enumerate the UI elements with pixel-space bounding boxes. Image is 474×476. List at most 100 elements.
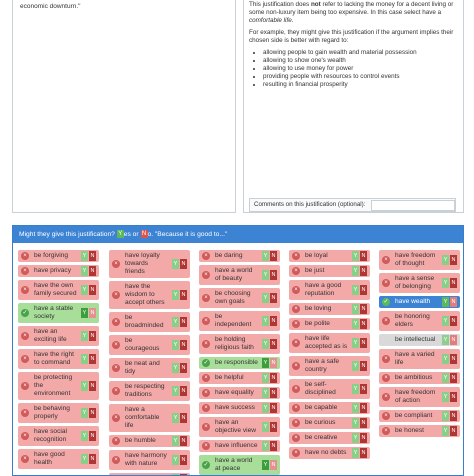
no-button[interactable]: N [270, 441, 277, 451]
value-item[interactable]: × have a safe country Y N [289, 356, 370, 376]
yes-button[interactable]: Y [352, 338, 359, 348]
value-item[interactable]: × be respecting traditions Y N [109, 381, 190, 401]
no-button[interactable]: N [89, 454, 96, 464]
value-item[interactable]: × be capable Y N [289, 402, 370, 414]
no-button[interactable]: N [360, 304, 367, 314]
no-button[interactable]: N [270, 270, 277, 280]
no-button[interactable]: N [360, 319, 367, 329]
yes-button[interactable]: Y [352, 361, 359, 371]
no-button[interactable]: N [360, 433, 367, 443]
no-button[interactable]: N [270, 316, 277, 326]
yes-button[interactable]: Y [352, 403, 359, 413]
no-button[interactable]: N [450, 411, 457, 421]
value-item[interactable]: × have an exciting life Y N [18, 326, 99, 346]
yes-button[interactable]: Y [81, 308, 88, 318]
yes-button[interactable]: Y [262, 422, 269, 432]
yes-button[interactable]: Y [352, 304, 359, 314]
yes-button[interactable]: Y [262, 251, 269, 261]
value-item[interactable]: ✓ have wealth Y N [379, 296, 460, 308]
no-button[interactable]: N [180, 259, 187, 269]
value-item[interactable]: × be loyal Y N [289, 250, 370, 262]
yes-button[interactable]: Y [352, 448, 359, 458]
value-item[interactable]: × have an objective view Y N [199, 417, 280, 437]
value-item[interactable]: × be daring Y N [199, 250, 280, 262]
value-item[interactable]: × be honest Y N [379, 425, 460, 437]
value-item[interactable]: × have a sense of belonging Y N [379, 273, 460, 293]
value-item[interactable]: × be holding religious faith Y N [199, 334, 280, 354]
value-item[interactable]: × be compliant Y N [379, 410, 460, 422]
comments-input[interactable] [371, 200, 455, 211]
yes-button[interactable]: Y [81, 331, 88, 341]
value-item[interactable]: × have harmony with nature Y N [109, 450, 190, 470]
yes-button[interactable]: Y [352, 266, 359, 276]
no-button[interactable]: N [450, 255, 457, 265]
no-button[interactable]: N [180, 290, 187, 300]
no-button[interactable]: N [360, 361, 367, 371]
yes-button[interactable]: Y [81, 266, 88, 276]
value-item[interactable]: × be ambitious Y N [379, 372, 460, 384]
yes-button[interactable]: Y [81, 381, 88, 391]
yes-button[interactable]: Y [262, 441, 269, 451]
yes-button[interactable]: Y [442, 316, 449, 326]
no-button[interactable]: N [450, 297, 457, 307]
no-button[interactable]: N [270, 422, 277, 432]
value-item[interactable]: × have loyalty towards friends Y N [109, 250, 190, 278]
value-item[interactable]: × be honoring elders Y N [379, 311, 460, 331]
no-button[interactable]: N [180, 363, 187, 373]
no-button[interactable]: N [180, 317, 187, 327]
value-item[interactable]: × have privacy Y N [18, 265, 99, 277]
yes-button[interactable]: Y [172, 386, 179, 396]
no-button[interactable]: N [360, 403, 367, 413]
yes-button[interactable]: Y [262, 339, 269, 349]
no-button[interactable]: N [450, 278, 457, 288]
yes-button[interactable]: Y [262, 373, 269, 383]
yes-button[interactable]: Y [81, 431, 88, 441]
no-button[interactable]: N [450, 392, 457, 402]
value-item[interactable]: × be just Y N [289, 265, 370, 277]
value-item[interactable]: × be humble Y N [109, 435, 190, 447]
yes-button[interactable]: Y [442, 278, 449, 288]
no-button[interactable]: N [89, 285, 96, 295]
no-button[interactable]: N [450, 373, 457, 383]
yes-button[interactable]: Y [352, 285, 359, 295]
value-item[interactable]: × have a world of beauty Y N [199, 265, 280, 285]
value-item[interactable]: × be helpful Y N [199, 372, 280, 384]
yes-button[interactable]: Y [352, 433, 359, 443]
value-item[interactable]: × be creative Y N [289, 432, 370, 444]
value-item[interactable]: × be forgiving Y N [18, 250, 99, 262]
no-button[interactable]: N [450, 426, 457, 436]
no-button[interactable]: N [89, 331, 96, 341]
yes-button[interactable]: Y [442, 297, 449, 307]
value-item[interactable]: × have good health Y N [18, 449, 99, 469]
value-item[interactable]: × have equality Y N [199, 387, 280, 399]
no-button[interactable]: N [270, 388, 277, 398]
no-button[interactable]: N [270, 403, 277, 413]
value-item[interactable]: × be self-disciplined Y N [289, 379, 370, 399]
yes-button[interactable]: Y [352, 384, 359, 394]
no-button[interactable]: N [360, 251, 367, 261]
yes-button[interactable]: Y [172, 317, 179, 327]
no-button[interactable]: N [270, 251, 277, 261]
yes-button[interactable]: Y [172, 413, 179, 423]
value-item[interactable]: × have influence Y N [199, 440, 280, 452]
value-item[interactable]: × be neat and tidy Y N [109, 358, 190, 378]
yes-button[interactable]: Y [442, 411, 449, 421]
value-item[interactable]: × be protecting the environment Y N [18, 372, 99, 400]
no-button[interactable]: N [180, 413, 187, 423]
no-button[interactable]: N [180, 455, 187, 465]
no-button[interactable]: N [180, 436, 187, 446]
yes-button[interactable]: Y [442, 354, 449, 364]
yes-button[interactable]: Y [81, 354, 88, 364]
value-item[interactable]: × be behaving properly Y N [18, 403, 99, 423]
yes-button[interactable]: Y [442, 426, 449, 436]
no-button[interactable]: N [360, 448, 367, 458]
yes-button[interactable]: Y [442, 335, 449, 345]
yes-button[interactable]: Y [262, 316, 269, 326]
value-item[interactable]: × have no debts Y N [289, 447, 370, 459]
yes-button[interactable]: Y [81, 285, 88, 295]
yes-button[interactable]: Y [81, 454, 88, 464]
yes-button[interactable]: Y [172, 259, 179, 269]
no-button[interactable]: N [89, 251, 96, 261]
value-item[interactable]: × have a comfortable life Y N [109, 404, 190, 432]
value-item[interactable]: × have life accepted as is Y N [289, 333, 370, 353]
